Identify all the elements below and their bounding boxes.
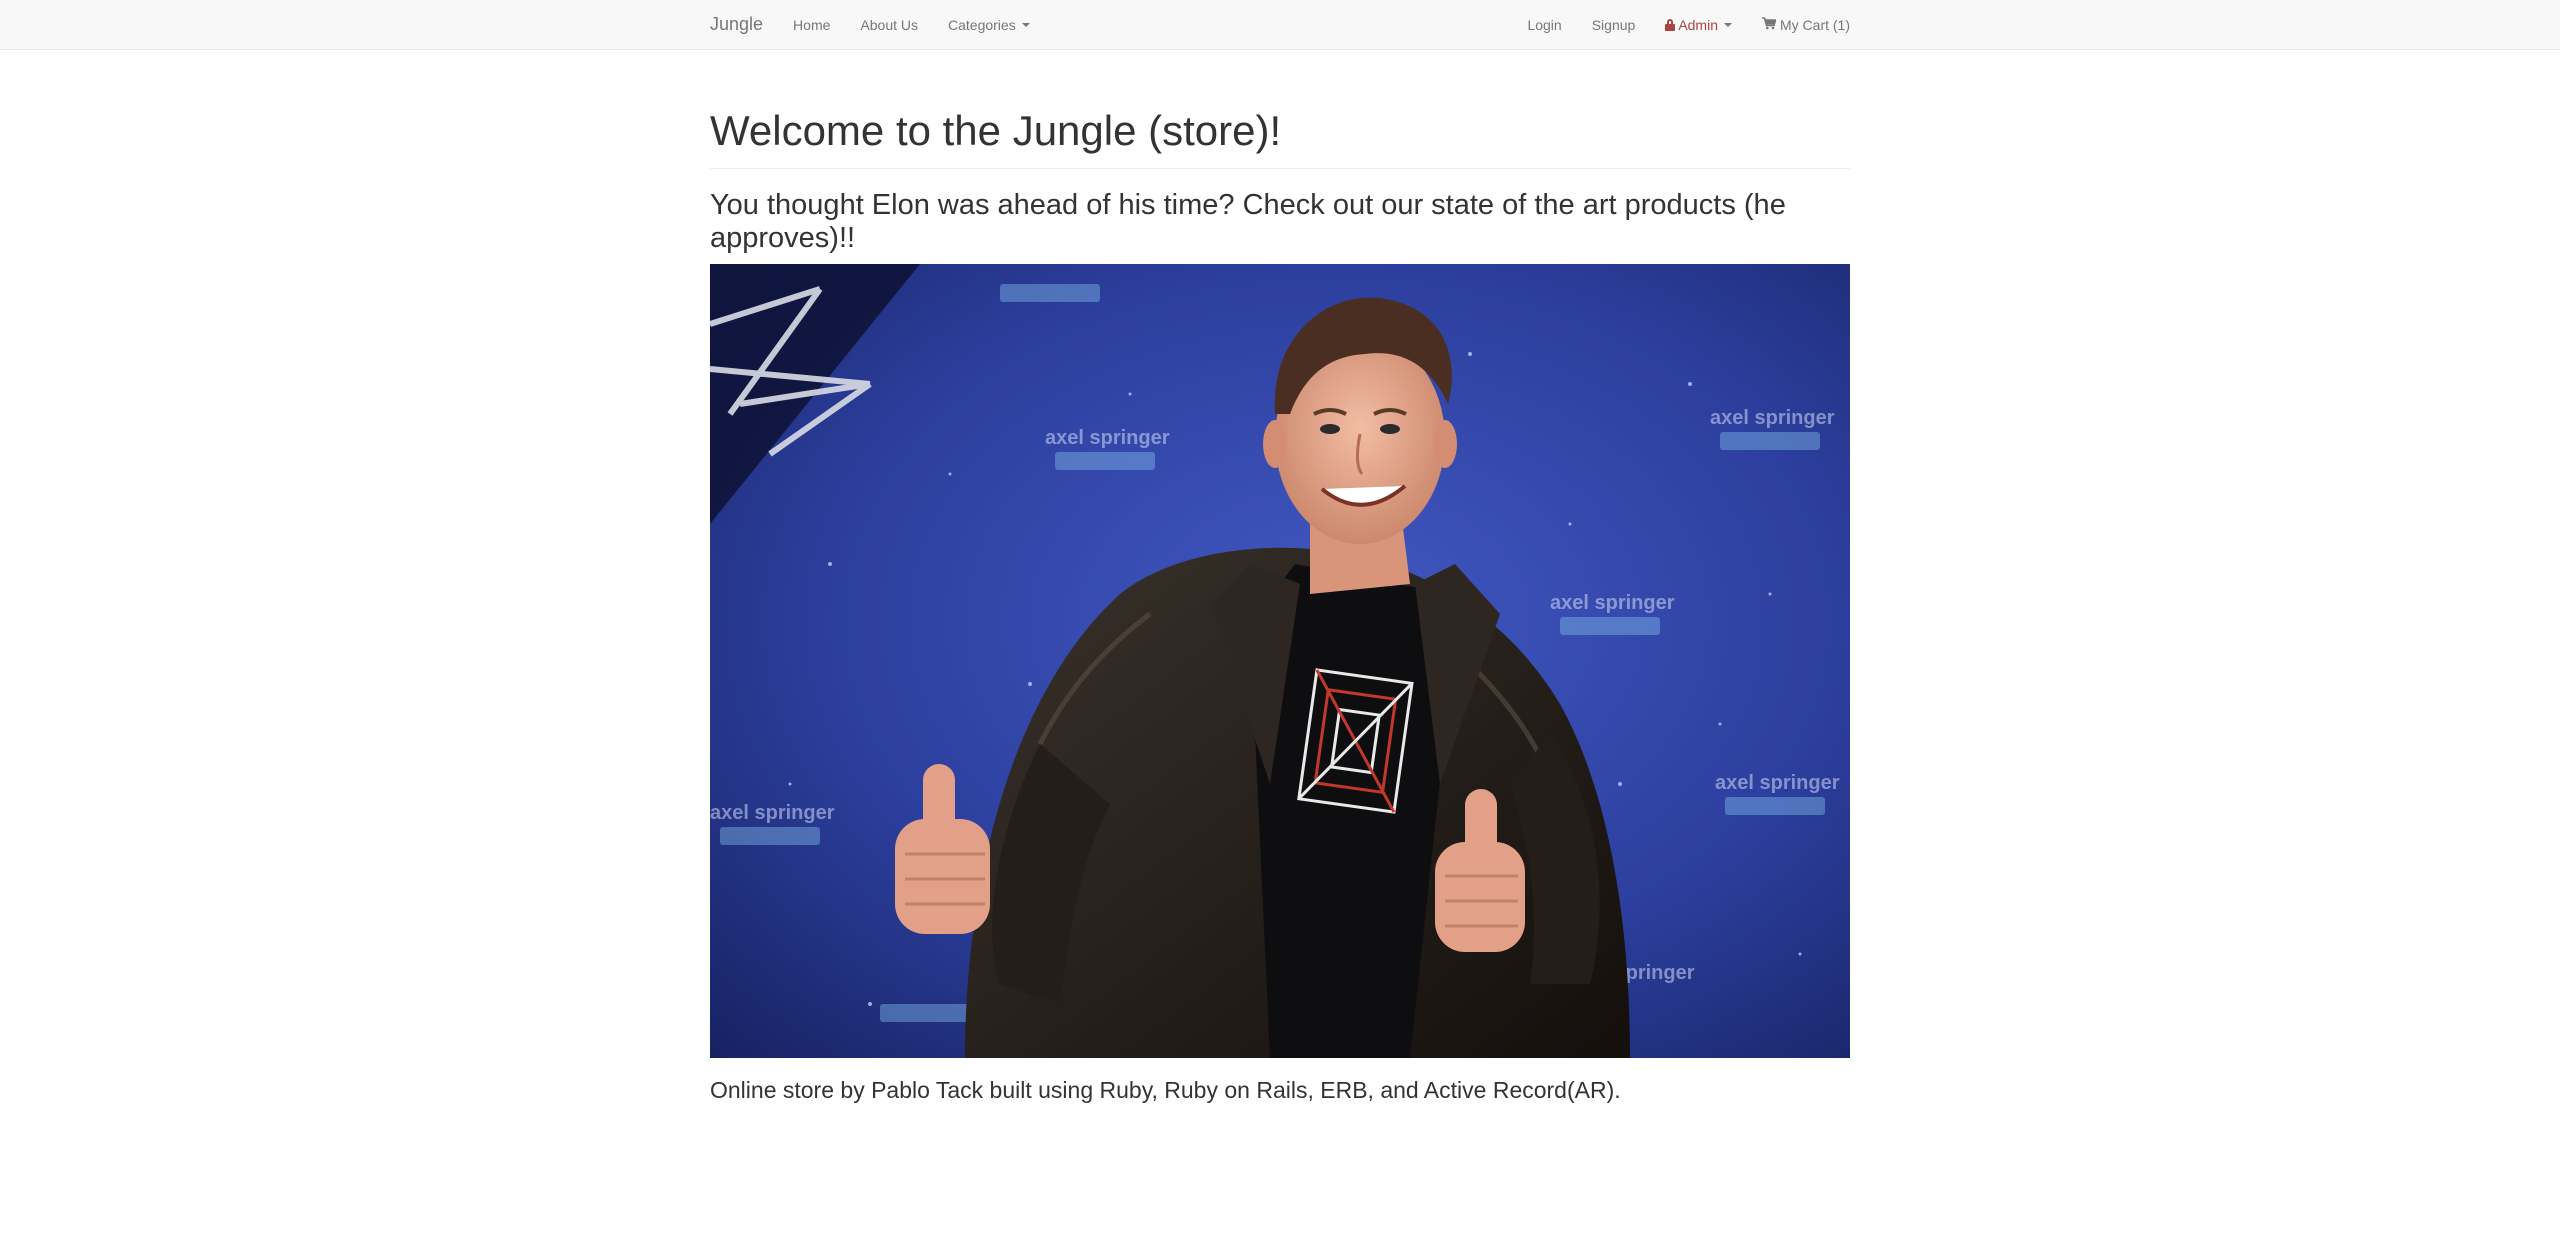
hero-illustration: axel springer axel springer axel springe… bbox=[710, 264, 1850, 1059]
page-title: Welcome to the Jungle (store)! bbox=[710, 107, 1282, 154]
hero-image: axel springer axel springer axel springe… bbox=[710, 264, 1850, 1059]
nav-left-links: Home About Us Categories bbox=[793, 17, 1060, 33]
svg-text:axel springer: axel springer bbox=[1710, 407, 1835, 429]
nav-admin-label: Admin bbox=[1678, 16, 1718, 33]
nav-signup-link[interactable]: Signup bbox=[1592, 17, 1636, 33]
nav-cart-link[interactable]: My Cart (1) bbox=[1762, 17, 1850, 33]
svg-text:axel springer: axel springer bbox=[1045, 427, 1170, 449]
nav-about-label: About Us bbox=[860, 16, 918, 33]
top-navbar: Jungle Home About Us Categories Login Si… bbox=[0, 0, 2560, 50]
shopping-cart-icon bbox=[1762, 16, 1777, 33]
nav-categories-dropdown[interactable]: Categories bbox=[948, 17, 1030, 33]
page-header: Welcome to the Jungle (store)! bbox=[710, 107, 1850, 170]
lock-icon bbox=[1665, 18, 1676, 31]
page-subtitle: You thought Elon was ahead of his time? … bbox=[710, 189, 1786, 254]
nav-admin-dropdown[interactable]: Admin bbox=[1665, 17, 1732, 33]
caret-down-icon bbox=[1724, 22, 1732, 27]
nav-right-links: Login Signup Admin My Cart (1) bbox=[1497, 17, 1850, 33]
nav-home-label: Home bbox=[793, 16, 831, 33]
svg-text:axel springer: axel springer bbox=[710, 802, 835, 824]
nav-home-link[interactable]: Home bbox=[793, 17, 830, 33]
navbar-container: Jungle Home About Us Categories Login Si… bbox=[710, 0, 1850, 49]
nav-categories-label: Categories bbox=[948, 16, 1016, 33]
nav-login-label: Login bbox=[1527, 16, 1562, 33]
main-content: Welcome to the Jungle (store)! You thoug… bbox=[710, 50, 1850, 1104]
nav-login-link[interactable]: Login bbox=[1527, 17, 1561, 33]
brand-link[interactable]: Jungle bbox=[710, 14, 763, 35]
nav-about-link[interactable]: About Us bbox=[860, 17, 918, 33]
nav-signup-label: Signup bbox=[1591, 16, 1636, 33]
svg-text:axel springer: axel springer bbox=[1550, 592, 1675, 614]
footer-credit: Online store by Pablo Tack built using R… bbox=[710, 1077, 1621, 1104]
nav-cart-label: My Cart (1) bbox=[1780, 16, 1850, 33]
svg-text:axel springer: axel springer bbox=[1715, 772, 1840, 794]
caret-down-icon bbox=[1021, 22, 1030, 27]
